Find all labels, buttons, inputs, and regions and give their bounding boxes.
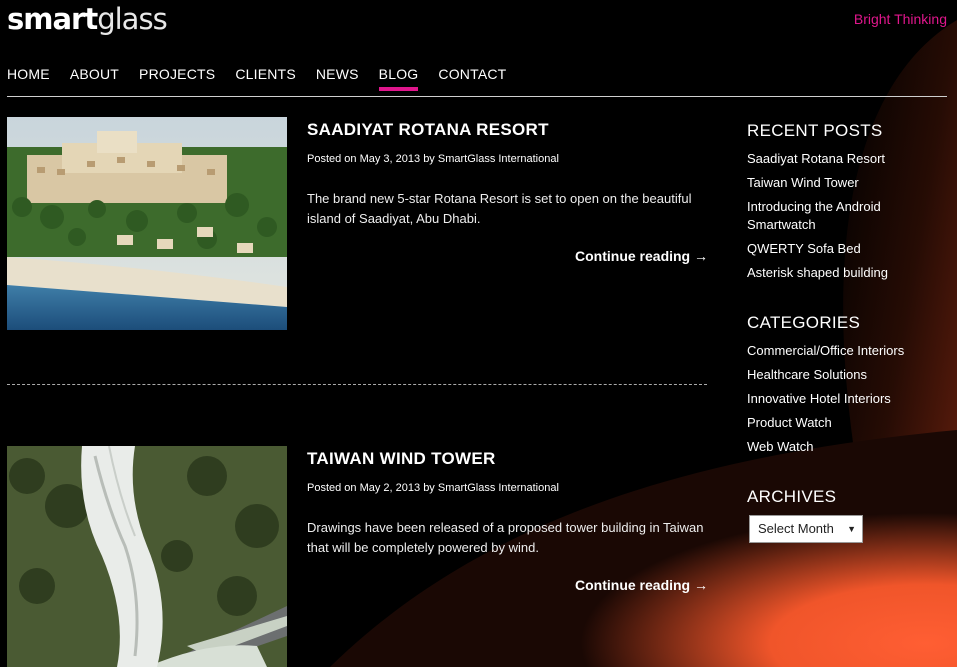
categories-list: Commercial/Office Interiors Healthcare S… (747, 342, 947, 462)
post-title[interactable]: SAADIYAT ROTANA RESORT (307, 120, 549, 140)
archives-title: ARCHIVES (747, 487, 837, 506)
logo-bold-text: smart (7, 2, 98, 36)
category-link[interactable]: Web Watch (747, 439, 813, 454)
nav-divider (7, 96, 947, 97)
logo-light-text: glass (97, 2, 167, 36)
category-link[interactable]: Healthcare Solutions (747, 367, 867, 382)
post-excerpt: The brand new 5-star Rotana Resort is se… (307, 191, 692, 226)
nav-contact[interactable]: CONTACT (438, 64, 506, 91)
list-item: Healthcare Solutions (747, 366, 947, 384)
nav-news[interactable]: NEWS (316, 64, 359, 91)
continue-reading-link[interactable]: Continue reading → (560, 248, 708, 264)
list-item: Commercial/Office Interiors (747, 342, 947, 360)
list-item: QWERTY Sofa Bed (747, 240, 947, 258)
archives-month-select[interactable]: Select Month ▼ (749, 515, 863, 543)
list-item: Product Watch (747, 414, 947, 432)
category-link[interactable]: Innovative Hotel Interiors (747, 391, 891, 406)
recent-post-link[interactable]: QWERTY Sofa Bed (747, 241, 861, 256)
site-logo[interactable]: smartglass (7, 2, 168, 36)
post-divider (7, 384, 707, 385)
post-thumbnail-tower[interactable] (7, 446, 287, 667)
chevron-down-icon: ▼ (847, 524, 856, 534)
list-item: Asterisk shaped building (747, 264, 947, 282)
nav-clients[interactable]: CLIENTS (235, 64, 296, 91)
recent-post-link[interactable]: Introducing the Android Smartwatch (747, 199, 881, 232)
post-excerpt: Drawings have been released of a propose… (307, 520, 704, 555)
continue-reading-link[interactable]: Continue reading → (560, 577, 708, 593)
list-item: Saadiyat Rotana Resort (747, 150, 947, 168)
list-item: Web Watch (747, 438, 947, 456)
categories-title: CATEGORIES (747, 313, 861, 332)
recent-posts-title: RECENT POSTS (747, 121, 883, 140)
post-meta: Posted on May 2, 2013 by SmartGlass Inte… (307, 482, 559, 494)
category-link[interactable]: Product Watch (747, 415, 832, 430)
post-title[interactable]: TAIWAN WIND TOWER (307, 449, 496, 469)
recent-posts-list: Saadiyat Rotana Resort Taiwan Wind Tower… (747, 150, 947, 288)
select-value: Select Month (758, 521, 834, 536)
list-item: Innovative Hotel Interiors (747, 390, 947, 408)
post-thumbnail-resort[interactable] (7, 117, 287, 330)
recent-post-link[interactable]: Taiwan Wind Tower (747, 175, 859, 190)
main-nav: HOME ABOUT PROJECTS CLIENTS NEWS BLOG CO… (7, 64, 526, 91)
recent-post-link[interactable]: Asterisk shaped building (747, 265, 888, 280)
nav-about[interactable]: ABOUT (70, 64, 119, 91)
list-item: Introducing the Android Smartwatch (747, 198, 947, 234)
list-item: Taiwan Wind Tower (747, 174, 947, 192)
recent-post-link[interactable]: Saadiyat Rotana Resort (747, 151, 885, 166)
post-meta: Posted on May 3, 2013 by SmartGlass Inte… (307, 153, 559, 165)
tagline: Bright Thinking (853, 11, 947, 27)
nav-blog[interactable]: BLOG (378, 64, 419, 91)
nav-home[interactable]: HOME (7, 64, 50, 91)
nav-projects[interactable]: PROJECTS (139, 64, 215, 91)
category-link[interactable]: Commercial/Office Interiors (747, 343, 904, 358)
